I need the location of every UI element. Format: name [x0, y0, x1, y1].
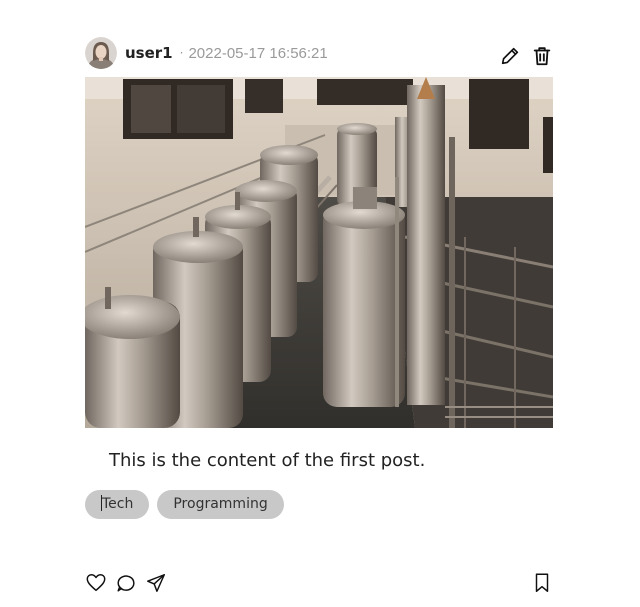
avatar[interactable]: [85, 37, 117, 69]
post-timestamp: 2022-05-17 16:56:21: [188, 44, 328, 62]
meta-separator: ·: [179, 46, 184, 60]
trash-icon[interactable]: [531, 45, 553, 67]
post-header: user1 · 2022-05-17 16:56:21: [85, 36, 553, 70]
tag-chip-tech[interactable]: Tech: [85, 490, 150, 519]
tag-label: Tech: [102, 496, 134, 512]
author-name[interactable]: user1: [125, 44, 173, 62]
post-footer: [85, 572, 553, 596]
comment-icon[interactable]: [115, 572, 137, 594]
heart-icon[interactable]: [85, 572, 107, 594]
pencil-icon[interactable]: [499, 45, 521, 67]
tag-chip-programming[interactable]: Programming: [157, 490, 284, 519]
engagement-actions: [85, 572, 167, 594]
save-action: [531, 572, 553, 598]
post-content: This is the content of the first post.: [109, 450, 426, 471]
send-icon[interactable]: [145, 572, 167, 594]
tag-label: Programming: [173, 496, 268, 512]
post-card: user1 · 2022-05-17 16:56:21 This is the …: [85, 36, 553, 592]
tag-list: Tech Programming: [85, 490, 284, 519]
post-actions: [499, 45, 553, 67]
bookmark-icon[interactable]: [531, 572, 553, 594]
post-image[interactable]: [85, 77, 553, 428]
